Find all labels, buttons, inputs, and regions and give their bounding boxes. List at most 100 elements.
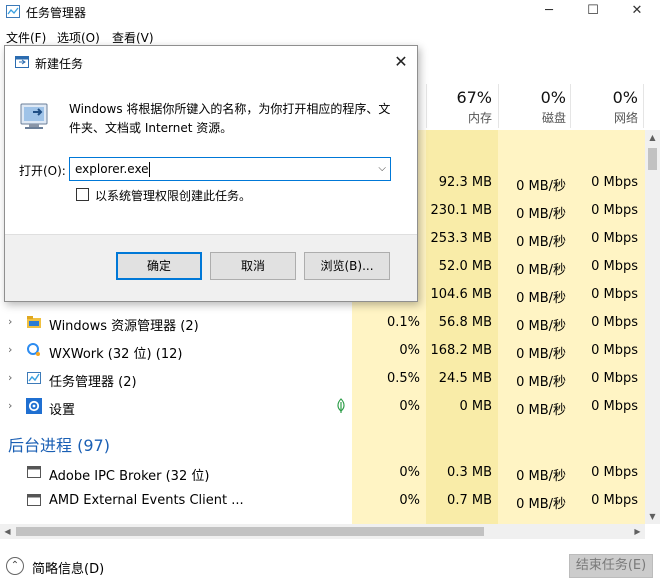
memory-cell: 0.7 MB [447,493,492,508]
dialog-title-bar: 新建任务 ✕ [5,46,417,78]
title-bar: 任务管理器 ─ ☐ ✕ [0,0,660,24]
memory-percent: 67% [456,88,492,107]
network-cell: 0 Mbps [591,343,638,358]
process-name: AMD External Events Client ... [49,493,244,508]
disk-cell: 0 MB/秒 [516,263,566,278]
memory-cell: 92.3 MB [438,175,492,190]
network-cell: 0 Mbps [591,175,638,190]
window-title: 任务管理器 [26,6,87,20]
network-cell: 0 Mbps [591,259,638,274]
scroll-up-arrow-icon[interactable]: ▲ [645,130,660,145]
network-cell: 0 Mbps [591,493,638,508]
network-cell: 0 Mbps [591,203,638,218]
menu-view[interactable]: 查看(V) [112,29,154,46]
disk-cell: 0 MB/秒 [516,207,566,222]
network-cell: 0 Mbps [591,465,638,480]
memory-cell: 52.0 MB [438,259,492,274]
memory-cell: 104.6 MB [430,287,492,302]
chevron-down-icon[interactable]: ⌵ [378,163,386,174]
process-name: Windows 资源管理器 (2) [49,319,199,334]
process-icon [27,494,41,506]
new-task-dialog: 新建任务 ✕ Windows 将根据你所键入的名称，为你打开相应的程序、文件夹、… [4,45,418,302]
disk-cell: 0 MB/秒 [516,497,566,512]
run-dialog-icon [15,56,29,68]
expand-chevron-icon[interactable]: › [8,343,12,356]
end-task-button[interactable]: 结束任务(E) [569,554,653,578]
process-row-adobe-ipc[interactable]: Adobe IPC Broker (32 位) 0% 0.3 MB 0 MB/秒… [0,458,645,486]
network-cell: 0 Mbps [591,399,638,414]
brief-details-link[interactable]: 简略信息(D) [32,558,104,577]
cpu-cell: 0.5% [386,371,420,386]
network-cell: 0 Mbps [591,315,638,330]
expand-chevron-icon[interactable]: › [8,315,12,328]
process-row-wxwork[interactable]: › WXWork (32 位) (12) 0% 168.2 MB 0 MB/秒 … [0,336,645,364]
folder-icon [27,316,41,328]
dialog-body: Windows 将根据你所键入的名称，为你打开相应的程序、文件夹、文档或 Int… [5,78,417,233]
memory-cell: 56.8 MB [438,315,492,330]
scroll-left-arrow-icon[interactable]: ◀ [0,524,15,539]
process-row-explorer[interactable]: › Windows 资源管理器 (2) 0.1% 56.8 MB 0 MB/秒 … [0,308,645,336]
process-name: 设置 [49,403,76,418]
maximize-button[interactable]: ☐ [570,0,616,24]
disk-cell: 0 MB/秒 [516,375,566,390]
column-header-network[interactable]: 0% 网络 [570,88,638,126]
network-label: 网络 [613,111,638,125]
network-cell: 0 Mbps [591,371,638,386]
column-header-memory[interactable]: 67% 内存 [426,88,492,126]
process-row-amd-events[interactable]: AMD External Events Client ... 0% 0.7 MB… [0,486,645,514]
open-input-value[interactable]: explorer.exe [75,162,149,176]
process-name: Adobe IPC Broker (32 位) [49,469,210,484]
background-processes-group[interactable]: 后台进程 (97) [8,432,110,456]
process-row-task-manager[interactable]: › 任务管理器 (2) 0.5% 24.5 MB 0 MB/秒 0 Mbps [0,364,645,392]
column-header-disk[interactable]: 0% 磁盘 [498,88,566,126]
menu-options[interactable]: 选项(O) [57,29,100,46]
process-row-settings[interactable]: › 设置 0% 0 MB 0 MB/秒 0 Mbps [0,392,645,420]
vertical-scroll-thumb[interactable] [648,148,657,170]
memory-cell: 230.1 MB [430,203,492,218]
wxwork-icon [27,343,40,356]
cancel-button[interactable]: 取消 [210,252,296,280]
ok-button[interactable]: 确定 [116,252,202,280]
footer-bar: ⌃ 简略信息(D) 结束任务(E) [0,548,660,586]
memory-cell: 0 MB [459,399,492,414]
scroll-down-arrow-icon[interactable]: ▼ [645,509,660,524]
process-name: 任务管理器 (2) [49,375,137,390]
process-icon [27,466,41,478]
task-manager-icon [27,372,41,384]
admin-privileges-checkbox[interactable] [76,188,89,201]
task-manager-window: 任务管理器 ─ ☐ ✕ 文件(F) 选项(O) 查看(V) 67% 内存 0% … [0,0,660,586]
expand-chevron-icon[interactable]: › [8,371,12,384]
disk-percent: 0% [540,88,566,107]
disk-cell: 0 MB/秒 [516,347,566,362]
admin-privileges-label[interactable]: 以系统管理权限创建此任务。 [95,187,251,204]
minimize-button[interactable]: ─ [526,0,572,24]
memory-cell: 168.2 MB [430,343,492,358]
disk-cell: 0 MB/秒 [516,291,566,306]
menu-file[interactable]: 文件(F) [6,29,46,46]
collapse-chevron-icon[interactable]: ⌃ [6,557,24,575]
disk-cell: 0 MB/秒 [516,319,566,334]
dialog-close-button[interactable]: ✕ [389,51,413,73]
horizontal-scroll-thumb[interactable] [16,527,484,536]
suspended-leaf-icon [337,398,345,413]
disk-cell: 0 MB/秒 [516,469,566,484]
memory-label: 内存 [467,111,492,125]
expand-chevron-icon[interactable]: › [8,399,12,412]
scroll-right-arrow-icon[interactable]: ▶ [630,524,645,539]
task-manager-app-icon [6,5,20,18]
memory-cell: 0.3 MB [447,465,492,480]
dialog-title: 新建任务 [35,57,84,71]
run-program-icon [20,103,48,129]
gear-icon [26,398,42,414]
vertical-scrollbar[interactable]: ▲ ▼ [645,130,660,524]
horizontal-scrollbar[interactable]: ◀ ▶ [0,524,645,539]
cpu-cell: 0.1% [386,315,420,330]
cpu-cell: 0% [399,399,420,414]
open-label: 打开(O): [19,164,66,178]
dialog-button-bar: 确定 取消 浏览(B)... [5,234,417,301]
cpu-cell: 0% [399,493,420,508]
network-cell: 0 Mbps [591,287,638,302]
close-button[interactable]: ✕ [614,0,660,24]
open-combobox[interactable]: explorer.exe ⌵ [69,157,391,181]
browse-button[interactable]: 浏览(B)... [304,252,390,280]
